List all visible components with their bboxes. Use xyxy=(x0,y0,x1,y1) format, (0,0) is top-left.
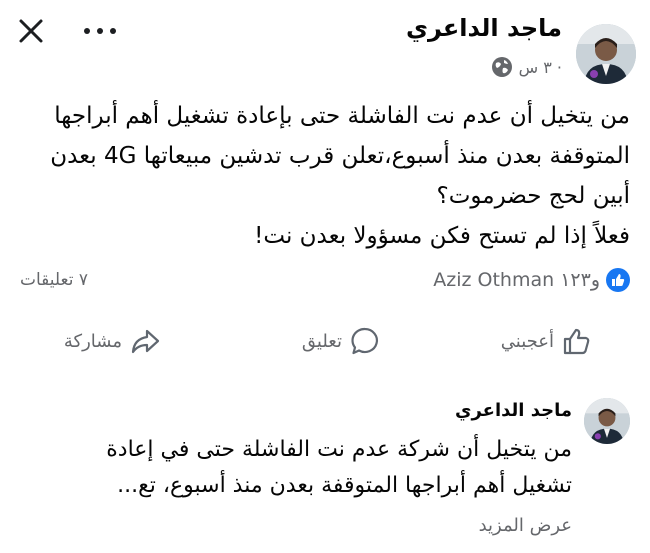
post-text: من يتخيل أن عدم نت الفاشلة حتى بإعادة تش… xyxy=(18,96,630,256)
post-text-content: من يتخيل أن عدم نت الفاشلة حتى بإعادة تش… xyxy=(50,103,630,249)
comment-label: تعليق xyxy=(301,330,342,352)
comment-bubble-icon xyxy=(350,326,380,356)
like-reaction-icon xyxy=(606,268,630,292)
share-arrow-icon xyxy=(130,326,160,356)
comments-count[interactable]: ٧ تعليقات xyxy=(20,270,88,290)
reactions-bar: Aziz Othman و١٢٣ ٧ تعليقات xyxy=(0,266,650,302)
see-more-link[interactable]: عرض المزيد xyxy=(479,515,572,536)
author-photo xyxy=(576,24,636,84)
more-options-button[interactable] xyxy=(80,18,120,44)
action-bar: أعجبني تعليق مشاركة xyxy=(0,318,650,368)
commenter-avatar[interactable] xyxy=(584,398,630,444)
like-label: أعجبني xyxy=(500,330,554,352)
reaction-summary[interactable]: Aziz Othman و١٢٣ xyxy=(433,268,630,292)
post-meta: ٣ س · xyxy=(491,56,562,78)
commenter-name[interactable]: ماجد الداعري xyxy=(455,400,572,421)
commenter-photo xyxy=(584,398,630,444)
more-options-icon xyxy=(84,28,116,34)
like-button[interactable]: أعجبني xyxy=(501,326,592,356)
thumbs-up-icon xyxy=(562,326,592,356)
share-label: مشاركة xyxy=(63,330,122,352)
author-avatar[interactable] xyxy=(576,24,636,84)
reaction-names: Aziz Othman و١٢٣ xyxy=(433,269,600,291)
close-button[interactable] xyxy=(14,14,48,48)
author-name[interactable]: ماجد الداعري xyxy=(406,14,562,42)
share-button[interactable]: مشاركة xyxy=(64,326,160,356)
comment-button[interactable]: تعليق xyxy=(302,326,380,356)
close-icon xyxy=(19,19,43,43)
comment-text: من يتخيل أن شركة عدم نت الفاشلة حتى في إ… xyxy=(106,437,572,498)
globe-icon xyxy=(491,56,513,78)
post-timestamp[interactable]: ٣ س · xyxy=(519,58,562,77)
post-header: ماجد الداعري ٣ س · xyxy=(0,0,650,100)
